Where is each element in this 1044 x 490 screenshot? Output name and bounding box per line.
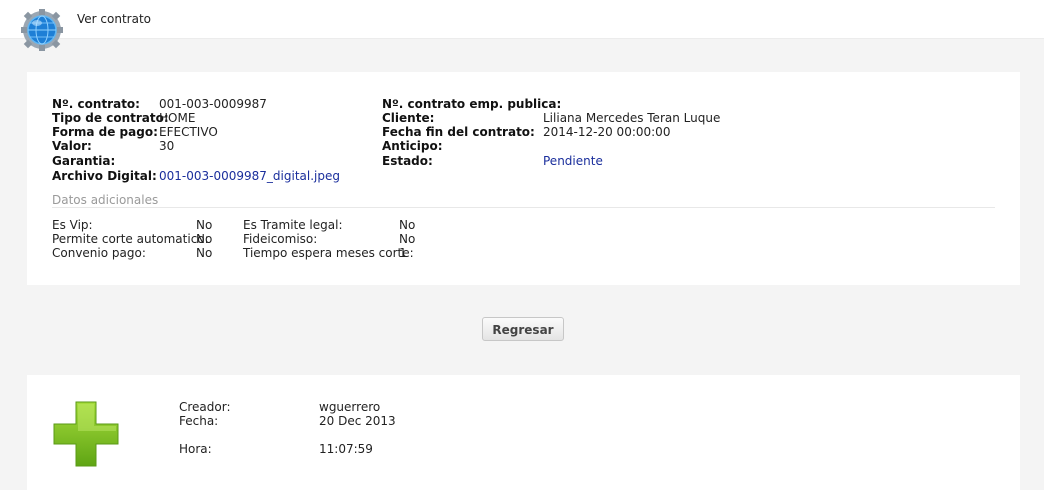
digital-file-link[interactable]: 001-003-0009987_digital.jpeg: [159, 169, 340, 184]
payment-method-label: Forma de pago:: [52, 125, 158, 139]
value-label: Valor:: [52, 139, 92, 153]
time-label: Hora:: [179, 442, 212, 456]
end-date-label: Fecha fin del contrato:: [382, 125, 535, 139]
top-bar: Ver contrato: [0, 0, 1044, 51]
creator-label: Creador:: [179, 400, 231, 414]
green-plus-icon: [53, 401, 119, 467]
client-label: Cliente:: [382, 111, 435, 125]
creator-value: wguerrero: [319, 400, 381, 414]
time-value: 11:07:59: [319, 442, 373, 456]
wait-months-label: Tiempo espera meses corte:: [243, 246, 414, 260]
payment-method-value: EFECTIVO: [159, 125, 218, 139]
status-value: Pendiente: [543, 154, 603, 168]
trust-label: Fideicomiso:: [243, 232, 318, 246]
globe-gear-icon: [21, 9, 63, 51]
trust-value: No: [399, 232, 416, 246]
guarantee-label: Garantia:: [52, 154, 116, 168]
date-label: Fecha:: [179, 414, 219, 428]
contract-number-value: 001-003-0009987: [159, 97, 267, 111]
payment-agreement-value: No: [196, 246, 213, 260]
audit-panel: Creador: wguerrero Fecha: 20 Dec 2013 Ho…: [27, 375, 1020, 490]
end-date-value: 2014-12-20 00:00:00: [543, 125, 671, 139]
auto-cut-label: Permite corte automatico:: [52, 232, 209, 246]
status-label: Estado:: [382, 154, 433, 168]
is-vip-value: No: [196, 218, 213, 232]
contract-type-label: Tipo de contrato:: [52, 111, 169, 125]
contract-details-panel: Nº. contrato: 001-003-0009987 Tipo de co…: [27, 72, 1020, 285]
auto-cut-value: No: [196, 232, 213, 246]
legal-process-label: Es Tramite legal:: [243, 218, 343, 232]
contract-type-value: HOME: [159, 111, 196, 125]
page-title: Ver contrato: [77, 12, 151, 26]
back-button[interactable]: Regresar: [482, 317, 564, 341]
legal-process-value: No: [399, 218, 416, 232]
section-divider: [52, 207, 995, 208]
client-value: Liliana Mercedes Teran Luque: [543, 111, 721, 125]
date-value: 20 Dec 2013: [319, 414, 396, 428]
additional-data-title: Datos adicionales: [52, 193, 159, 207]
contract-number-label: Nº. contrato:: [52, 97, 140, 111]
digital-file-label: Archivo Digital:: [52, 169, 157, 183]
wait-months-value: 1: [399, 246, 407, 260]
public-contract-label: Nº. contrato emp. publica:: [382, 97, 562, 111]
is-vip-label: Es Vip:: [52, 218, 93, 232]
advance-label: Anticipo:: [382, 139, 443, 153]
payment-agreement-label: Convenio pago:: [52, 246, 146, 260]
value-value: 30: [159, 139, 175, 153]
